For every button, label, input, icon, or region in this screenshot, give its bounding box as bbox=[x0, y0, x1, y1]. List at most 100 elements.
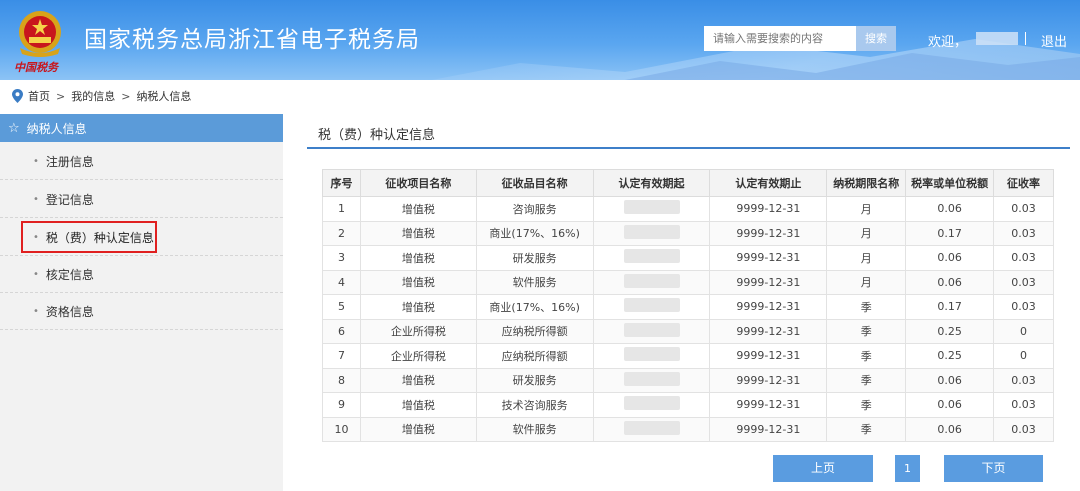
column-header: 征收品目名称 bbox=[475, 169, 594, 197]
bullet-icon: • bbox=[33, 155, 39, 167]
table-cell: 软件服务 bbox=[475, 416, 594, 442]
panel-title: 税（费）种认定信息 bbox=[318, 128, 436, 143]
table-cell: 9999-12-31 bbox=[709, 220, 828, 246]
column-header: 纳税期限名称 bbox=[826, 169, 907, 197]
table-cell: 增值税 bbox=[359, 245, 477, 271]
table-row: 7 企业所得税 应纳税所得额 9999-12-31 季 0.25 0 bbox=[322, 343, 1054, 369]
table-cell: 季 bbox=[826, 294, 907, 320]
table-cell: 咨询服务 bbox=[475, 196, 594, 222]
table-cell: 企业所得税 bbox=[359, 318, 477, 344]
table-cell: 0.17 bbox=[905, 294, 995, 320]
column-header: 征收率 bbox=[993, 169, 1054, 197]
breadcrumb-separator: > bbox=[121, 89, 131, 103]
table-row: 4 增值税 软件服务 9999-12-31 月 0.06 0.03 bbox=[322, 269, 1054, 295]
table-cell: 月 bbox=[826, 220, 907, 246]
table-cell: 0.03 bbox=[993, 416, 1054, 442]
table-cell: 月 bbox=[826, 269, 907, 295]
table-cell: 月 bbox=[826, 245, 907, 271]
logout-link[interactable]: 退出 bbox=[1041, 31, 1067, 50]
sidebar-header-label: 纳税人信息 bbox=[26, 121, 87, 136]
table-row: 10 增值税 软件服务 9999-12-31 季 0.06 0.03 bbox=[322, 416, 1054, 442]
table-cell: 9999-12-31 bbox=[709, 416, 828, 442]
table-cell: 应纳税所得额 bbox=[475, 318, 594, 344]
tax-recognition-table: 序号 征收项目名称 征收品目名称 认定有效期起 认定有效期止 纳税期限名称 税率… bbox=[322, 169, 1054, 442]
table-cell: 增值税 bbox=[359, 416, 477, 442]
redacted-date bbox=[623, 200, 680, 215]
redacted-date bbox=[623, 347, 680, 362]
table-cell: 月 bbox=[826, 196, 907, 222]
table-cell: 0.06 bbox=[905, 416, 995, 442]
table-cell: 9999-12-31 bbox=[709, 318, 828, 344]
table-cell: 0.06 bbox=[905, 392, 995, 418]
table-cell: 季 bbox=[826, 367, 907, 393]
table-cell: 7 bbox=[322, 343, 361, 369]
table-cell: 9999-12-31 bbox=[709, 392, 828, 418]
table-cell: 0 bbox=[993, 343, 1054, 369]
table-cell: 5 bbox=[322, 294, 361, 320]
redacted-date bbox=[623, 249, 680, 264]
table-row: 1 增值税 咨询服务 9999-12-31 月 0.06 0.03 bbox=[322, 196, 1054, 222]
table-cell: 6 bbox=[322, 318, 361, 344]
table-cell: 0.03 bbox=[993, 196, 1054, 222]
table-cell: 软件服务 bbox=[475, 269, 594, 295]
table-cell: 季 bbox=[826, 416, 907, 442]
table-row: 2 增值税 商业(17%、16%) 9999-12-31 月 0.17 0.03 bbox=[322, 220, 1054, 246]
redacted-date bbox=[623, 298, 680, 313]
welcome-text: 欢迎， bbox=[928, 35, 968, 50]
table-cell: 1 bbox=[322, 196, 361, 222]
page-number-button[interactable]: 1 bbox=[895, 455, 920, 482]
column-header: 税率或单位税额 bbox=[905, 169, 995, 197]
table-cell: 0 bbox=[993, 318, 1054, 344]
table-cell-redacted bbox=[592, 294, 711, 320]
table-row: 3 增值税 研发服务 9999-12-31 月 0.06 0.03 bbox=[322, 245, 1054, 271]
table-cell: 增值税 bbox=[359, 269, 477, 295]
table-cell: 9999-12-31 bbox=[709, 245, 828, 271]
site-title: 国家税务总局浙江省电子税务局 bbox=[84, 27, 420, 53]
sidebar-header[interactable]: ☆ 纳税人信息 bbox=[0, 114, 283, 142]
sidebar-item-label: 资格信息 bbox=[45, 304, 94, 319]
table-row: 6 企业所得税 应纳税所得额 9999-12-31 季 0.25 0 bbox=[322, 318, 1054, 344]
redacted-date bbox=[623, 396, 680, 411]
table-cell: 9999-12-31 bbox=[709, 367, 828, 393]
table-cell-redacted bbox=[592, 318, 711, 344]
search-input[interactable] bbox=[704, 26, 856, 51]
column-header: 认定有效期止 bbox=[709, 169, 828, 197]
table-cell: 9999-12-31 bbox=[709, 196, 828, 222]
bullet-icon: • bbox=[33, 268, 39, 280]
breadcrumb-my-info[interactable]: 我的信息 bbox=[71, 88, 115, 104]
username-redacted bbox=[976, 32, 1018, 45]
redacted-date bbox=[623, 322, 680, 337]
table-cell: 9999-12-31 bbox=[709, 269, 828, 295]
sidebar-item-enrollment[interactable]: • 登记信息 bbox=[0, 181, 283, 218]
sidebar-item-assessment[interactable]: • 核定信息 bbox=[0, 256, 283, 293]
column-header: 认定有效期起 bbox=[592, 169, 711, 197]
redacted-date bbox=[623, 224, 680, 239]
breadcrumb-taxpayer-info: 纳税人信息 bbox=[136, 90, 192, 103]
sidebar-item-label: 注册信息 bbox=[45, 154, 94, 169]
table-cell: 增值税 bbox=[359, 196, 477, 222]
sidebar-item-label: 核定信息 bbox=[45, 267, 94, 282]
sidebar-item-qualification[interactable]: • 资格信息 bbox=[0, 293, 283, 330]
table-cell: 0.03 bbox=[993, 367, 1054, 393]
table-cell: 0.03 bbox=[993, 245, 1054, 271]
table-cell: 0.06 bbox=[905, 196, 995, 222]
table-cell: 0.06 bbox=[905, 245, 995, 271]
redacted-date bbox=[623, 420, 680, 435]
table-cell: 企业所得税 bbox=[359, 343, 477, 369]
sidebar-item-registration[interactable]: • 注册信息 bbox=[0, 143, 283, 180]
breadcrumb-home[interactable]: 首页 bbox=[28, 88, 50, 104]
table-cell: 9999-12-31 bbox=[709, 343, 828, 369]
search-button[interactable]: 搜索 bbox=[856, 26, 896, 51]
redacted-date bbox=[623, 273, 680, 288]
table-cell: 0.06 bbox=[905, 367, 995, 393]
breadcrumb-separator: > bbox=[56, 89, 66, 103]
table-row: 9 增值税 技术咨询服务 9999-12-31 季 0.06 0.03 bbox=[322, 392, 1054, 418]
table-cell: 0.25 bbox=[905, 343, 995, 369]
next-page-button[interactable]: 下页 bbox=[944, 455, 1043, 482]
header-divider bbox=[1025, 32, 1026, 45]
prev-page-button[interactable]: 上页 bbox=[773, 455, 873, 482]
table-cell: 增值税 bbox=[359, 367, 477, 393]
bullet-icon: • bbox=[33, 305, 39, 317]
logo-text: 中国税务 bbox=[14, 61, 58, 74]
table-cell: 0.03 bbox=[993, 220, 1054, 246]
